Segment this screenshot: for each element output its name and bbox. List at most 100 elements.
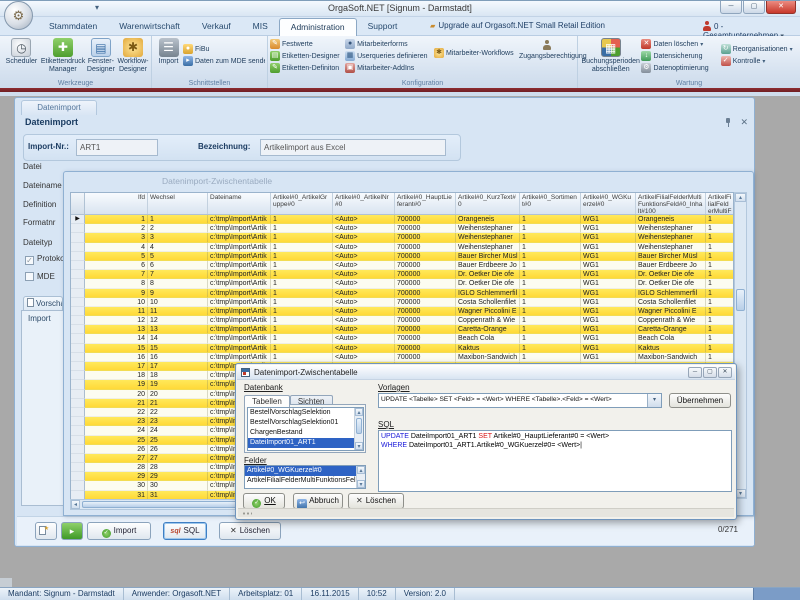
dialog-minimize-button[interactable]: ─ bbox=[688, 367, 702, 378]
list-scroll-up-icon[interactable]: ▴ bbox=[355, 408, 363, 416]
grid-column-header[interactable]: Artikel#0_ArtikelNr#0 bbox=[333, 193, 395, 214]
ok-button[interactable]: ✓OK bbox=[243, 493, 285, 509]
table-row[interactable]: 33c:\tmp\Import\Artik1<Auto>700000Weihen… bbox=[71, 233, 733, 242]
fenster-designer-button[interactable]: ▤Fenster-Designer bbox=[85, 37, 117, 77]
import-button[interactable]: ☰Import bbox=[154, 37, 183, 77]
vertical-scroll-thumb[interactable] bbox=[736, 289, 745, 311]
table-row[interactable]: 1313c:\tmp\Import\Artik1<Auto>700000Care… bbox=[71, 325, 733, 334]
table-row[interactable]: 66c:\tmp\Import\Artik1<Auto>700000Bauer … bbox=[71, 261, 733, 270]
pin-icon[interactable] bbox=[724, 118, 732, 127]
table-row[interactable]: 1010c:\tmp\Import\Artik1<Auto>700000Cost… bbox=[71, 298, 733, 307]
import-nr-input[interactable]: ART1 bbox=[76, 139, 158, 156]
ribbon-tab-administration[interactable]: Administration bbox=[279, 18, 357, 36]
table-row[interactable]: 88c:\tmp\Import\Artik1<Auto>700000Dr. Oe… bbox=[71, 279, 733, 288]
table-row[interactable]: 22c:\tmp\Import\Artik1<Auto>700000Weihen… bbox=[71, 224, 733, 233]
datenimport-tab[interactable]: Datenimport bbox=[21, 100, 97, 115]
upgrade-link[interactable]: ▰Upgrade auf Orgasoft.NET Small Retail E… bbox=[430, 21, 605, 30]
list-item[interactable]: Artikel#0_WGKuerzel#0 bbox=[245, 466, 365, 476]
grid-column-header[interactable]: Dateiname bbox=[208, 193, 271, 214]
list-item[interactable]: ChargenBestand bbox=[248, 428, 363, 438]
festwerte-button[interactable]: ✎Festwerte bbox=[270, 39, 345, 49]
table-row[interactable]: 55c:\tmp\Import\Artik1<Auto>700000Bauer … bbox=[71, 252, 733, 261]
maximize-button[interactable]: ▢ bbox=[743, 1, 765, 14]
loeschen-action-button[interactable]: ✕Löschen bbox=[219, 522, 281, 540]
grid-column-header[interactable]: lfd bbox=[85, 193, 148, 214]
panel-close-icon[interactable]: ✕ bbox=[740, 117, 748, 128]
list-item[interactable]: ArtikelFilialFelderMultiFunktionsFel bbox=[245, 476, 365, 486]
daten-loeschen-button[interactable]: ✕Daten löschen bbox=[641, 39, 720, 49]
datenoptimierung-button[interactable]: ⚙Datenoptimierung bbox=[641, 63, 720, 73]
tables-listbox[interactable]: BestellVorschlagSelektionBestellVorschla… bbox=[247, 407, 364, 451]
table-row[interactable]: ▶11c:\tmp\Import\Artik1<Auto>700000Orang… bbox=[71, 215, 733, 224]
scroll-up-icon[interactable]: ▴ bbox=[735, 193, 746, 202]
table-row[interactable]: 44c:\tmp\Import\Artik1<Auto>700000Weihen… bbox=[71, 243, 733, 252]
table-row[interactable]: 1212c:\tmp\Import\Artik1<Auto>700000Copp… bbox=[71, 316, 733, 325]
close-button[interactable]: ✕ bbox=[766, 1, 796, 14]
workflow-designer-button[interactable]: ✱Workflow-Designer bbox=[117, 37, 149, 77]
scheduler-button[interactable]: ◷Scheduler bbox=[2, 37, 41, 77]
vorlagen-combobox[interactable]: UPDATE <Tabelle> SET <Feld> = <Wert> WHE… bbox=[378, 393, 662, 408]
zugangsberechtigung-button[interactable]: Zugangsberechtigung bbox=[519, 37, 575, 77]
grid-column-header[interactable]: ArtikelFilialFelderMultiFunktionsFeld#0_… bbox=[706, 193, 735, 214]
grid-column-header[interactable]: Wechsel bbox=[148, 193, 208, 214]
import-list-item[interactable]: Import bbox=[22, 311, 68, 323]
list-item[interactable]: BestellVorschlagSelektion01 bbox=[248, 418, 363, 428]
buchungsperioden-button[interactable]: ▦Buchungsperioden abschließen bbox=[580, 37, 641, 77]
grid-column-header[interactable]: Artikel#0_KurzText#0 bbox=[456, 193, 520, 214]
mde-senden-button[interactable]: ▸Daten zum MDE senden bbox=[183, 56, 265, 66]
ribbon-tab-warenwirtschaft[interactable]: Warenwirtschaft bbox=[108, 18, 191, 36]
minimize-button[interactable]: ─ bbox=[720, 1, 742, 14]
bezeichnung-input[interactable]: Artikelimport aus Excel bbox=[260, 139, 446, 156]
grid-column-header[interactable]: Artikel#0_WGKuerzel#0 bbox=[581, 193, 636, 214]
table-row[interactable]: 1515c:\tmp\Import\Artik1<Auto>700000Kakt… bbox=[71, 344, 733, 353]
table-row[interactable]: 77c:\tmp\Import\Artik1<Auto>700000Dr. Oe… bbox=[71, 270, 733, 279]
mitarbeiter-workflows-button[interactable]: ✱Mitarbeiter-Workflows bbox=[434, 48, 519, 58]
sql-textbox[interactable]: UPDATE DateiImport01_ART1 SET Artikel#0_… bbox=[378, 430, 732, 492]
userqueries-button[interactable]: ▦Userqueries definieren bbox=[345, 51, 434, 61]
uebernehmen-button[interactable]: Übernehmen bbox=[669, 393, 731, 408]
reorganisationen-button[interactable]: ↻Reorganisationen bbox=[721, 44, 798, 54]
table-row[interactable]: 1414c:\tmp\Import\Artik1<Auto>700000Beac… bbox=[71, 334, 733, 343]
list-item[interactable]: DateiImport01_ART1 bbox=[248, 438, 363, 448]
vorlagen-dropdown-icon[interactable]: ▾ bbox=[647, 394, 661, 407]
kontrolle-button[interactable]: ✓Kontrolle bbox=[721, 56, 798, 66]
grid-column-header[interactable]: Artikel#0_ArtikelGruppe#0 bbox=[271, 193, 333, 214]
dialog-close-button[interactable]: ✕ bbox=[718, 367, 732, 378]
felder-listbox[interactable]: Artikel#0_WGKuerzel#0ArtikelFilialFelder… bbox=[244, 465, 366, 489]
abbruch-button[interactable]: ↩Abbruch bbox=[293, 493, 343, 509]
grid-column-header[interactable]: ArtikelFilialFelderMultiFunktionsFeld#0_… bbox=[636, 193, 706, 214]
ribbon-tab-verkauf[interactable]: Verkauf bbox=[191, 18, 242, 36]
list-scroll-down-icon[interactable]: ▾ bbox=[355, 442, 363, 450]
resize-grip[interactable] bbox=[242, 512, 252, 515]
list-scroll-thumb[interactable] bbox=[356, 418, 362, 434]
dialog-maximize-button[interactable]: ▢ bbox=[703, 367, 717, 378]
vorschau-tab[interactable]: Vorschau bbox=[23, 296, 63, 310]
table-row[interactable]: 99c:\tmp\Import\Artik1<Auto>700000IGLO S… bbox=[71, 289, 733, 298]
felder-scrollbar[interactable]: ▴ ▾ bbox=[356, 466, 365, 488]
application-menu-orb[interactable]: ⚙ bbox=[4, 1, 33, 30]
grid-column-header[interactable]: Artikel#0_Sortiment#0 bbox=[520, 193, 581, 214]
tables-list-scrollbar[interactable]: ▴ ▾ bbox=[354, 408, 363, 450]
scroll-left-icon[interactable]: ◂ bbox=[71, 500, 80, 509]
go-button[interactable]: ▸ bbox=[61, 522, 83, 540]
grid-column-header[interactable]: Artikel#0_HauptLieferant#0 bbox=[395, 193, 456, 214]
dialog-loeschen-button[interactable]: ✕Löschen bbox=[348, 493, 404, 509]
mitarbeiterforms-button[interactable]: ●Mitarbeiterforms bbox=[345, 39, 434, 49]
table-row[interactable]: 1111c:\tmp\Import\Artik1<Auto>700000Wagn… bbox=[71, 307, 733, 316]
import-action-button[interactable]: ✓Import bbox=[87, 522, 151, 540]
quick-access-caret-icon[interactable]: ▾ bbox=[95, 3, 99, 12]
mitarbeiter-addins-button[interactable]: ▣Mitarbeiter-AddIns bbox=[345, 63, 434, 73]
datensicherung-button[interactable]: ↓Datensicherung bbox=[641, 51, 720, 61]
new-document-button[interactable]: ★ bbox=[35, 522, 57, 540]
ribbon-tab-stammdaten[interactable]: Stammdaten bbox=[38, 18, 108, 36]
felder-scroll-up-icon[interactable]: ▴ bbox=[357, 466, 365, 474]
etiketten-designer-button[interactable]: ▤Etiketten-Designer bbox=[270, 51, 345, 61]
etiketten-definition-button[interactable]: ✎Etiketten-Definiton bbox=[270, 63, 345, 73]
felder-scroll-down-icon[interactable]: ▾ bbox=[357, 480, 365, 488]
sql-action-button[interactable]: sqlSQL bbox=[163, 522, 207, 540]
etikettendruck-manager-button[interactable]: ✚Etikettendruck Manager bbox=[41, 37, 85, 77]
table-row[interactable]: 1616c:\tmp\Import\Artik1<Auto>700000Maxi… bbox=[71, 353, 733, 362]
list-item[interactable]: BestellVorschlagSelektion bbox=[248, 408, 363, 418]
ribbon-tab-support[interactable]: Support bbox=[357, 18, 409, 36]
fibu-button[interactable]: ●FiBu bbox=[183, 44, 265, 54]
